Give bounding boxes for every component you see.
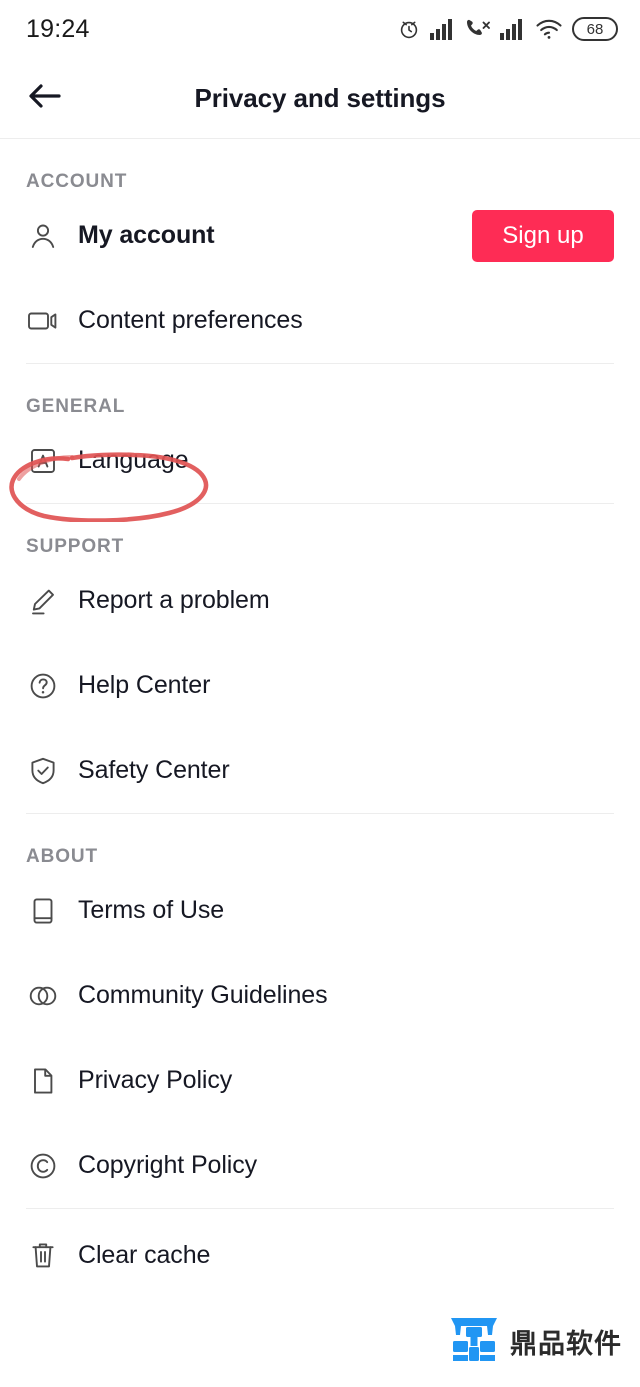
- watermark: 鼎品软件: [448, 1314, 622, 1369]
- wifi-icon: [535, 18, 563, 40]
- sidebar-item-language[interactable]: Language: [0, 418, 640, 503]
- page-title: Privacy and settings: [194, 83, 446, 113]
- sidebar-item-community-guidelines[interactable]: Community Guidelines: [0, 953, 640, 1038]
- row-label: Report a problem: [78, 586, 270, 614]
- sidebar-item-report-a-problem[interactable]: Report a problem: [0, 558, 640, 643]
- copyright-icon: [26, 1149, 60, 1183]
- row-label: Language: [78, 446, 189, 474]
- row-label: Help Center: [78, 671, 211, 699]
- battery-icon: 68: [572, 17, 618, 41]
- sidebar-item-clear-cache[interactable]: Clear cache: [0, 1209, 640, 1301]
- question-circle-icon: [26, 669, 60, 703]
- sign-up-button[interactable]: Sign up: [472, 209, 614, 262]
- settings-list: ACCOUNT My account Sign up Content prefe…: [0, 139, 640, 1301]
- sidebar-item-safety-center[interactable]: Safety Center: [0, 728, 640, 813]
- row-label: My account: [78, 221, 215, 249]
- dingpin-software-logo: [448, 1314, 500, 1369]
- row-label: Privacy Policy: [78, 1066, 233, 1094]
- language-a-box-icon: [26, 444, 60, 478]
- shield-check-icon: [26, 754, 60, 788]
- app-header: Privacy and settings: [0, 58, 640, 139]
- section-header-about: ABOUT: [26, 846, 99, 867]
- row-label: Safety Center: [78, 756, 230, 784]
- call-missed-icon: [465, 18, 491, 40]
- sidebar-item-privacy-policy[interactable]: Privacy Policy: [0, 1038, 640, 1123]
- alarm-clock-icon: [397, 17, 421, 41]
- pencil-icon: [26, 584, 60, 618]
- row-label: Clear cache: [78, 1240, 211, 1269]
- watermark-text: 鼎品软件: [510, 1329, 622, 1360]
- sidebar-item-terms-of-use[interactable]: Terms of Use: [0, 868, 640, 953]
- battery-level: 68: [586, 20, 604, 38]
- sidebar-item-help-center[interactable]: Help Center: [0, 643, 640, 728]
- file-icon: [26, 1064, 60, 1098]
- signal-bars-icon: [500, 18, 526, 40]
- sidebar-item-content-preferences[interactable]: Content preferences: [0, 278, 640, 363]
- video-camera-icon: [26, 304, 60, 338]
- status-bar: 19:24 68: [0, 0, 640, 58]
- section-header-account: ACCOUNT: [26, 171, 128, 192]
- person-icon: [26, 219, 60, 253]
- signal-bars-icon: [430, 18, 456, 40]
- settings-screen: 19:24 68 Privacy and settings ACCOUNT My…: [0, 0, 640, 1387]
- status-time: 19:24: [26, 14, 90, 43]
- row-label: Community Guidelines: [78, 981, 328, 1009]
- sidebar-item-copyright-policy[interactable]: Copyright Policy: [0, 1123, 640, 1208]
- two-circles-icon: [26, 979, 60, 1013]
- row-label: Terms of Use: [78, 896, 225, 924]
- row-label: Content preferences: [78, 306, 303, 334]
- book-icon: [26, 894, 60, 928]
- back-button[interactable]: [18, 72, 72, 126]
- trash-icon: [26, 1238, 60, 1272]
- row-label: Copyright Policy: [78, 1151, 258, 1179]
- section-header-support: SUPPORT: [26, 536, 125, 557]
- sidebar-item-my-account[interactable]: My account Sign up: [0, 193, 640, 278]
- arrow-left-icon: [27, 81, 63, 116]
- status-icons: 68: [397, 17, 618, 41]
- section-header-general: GENERAL: [26, 396, 126, 417]
